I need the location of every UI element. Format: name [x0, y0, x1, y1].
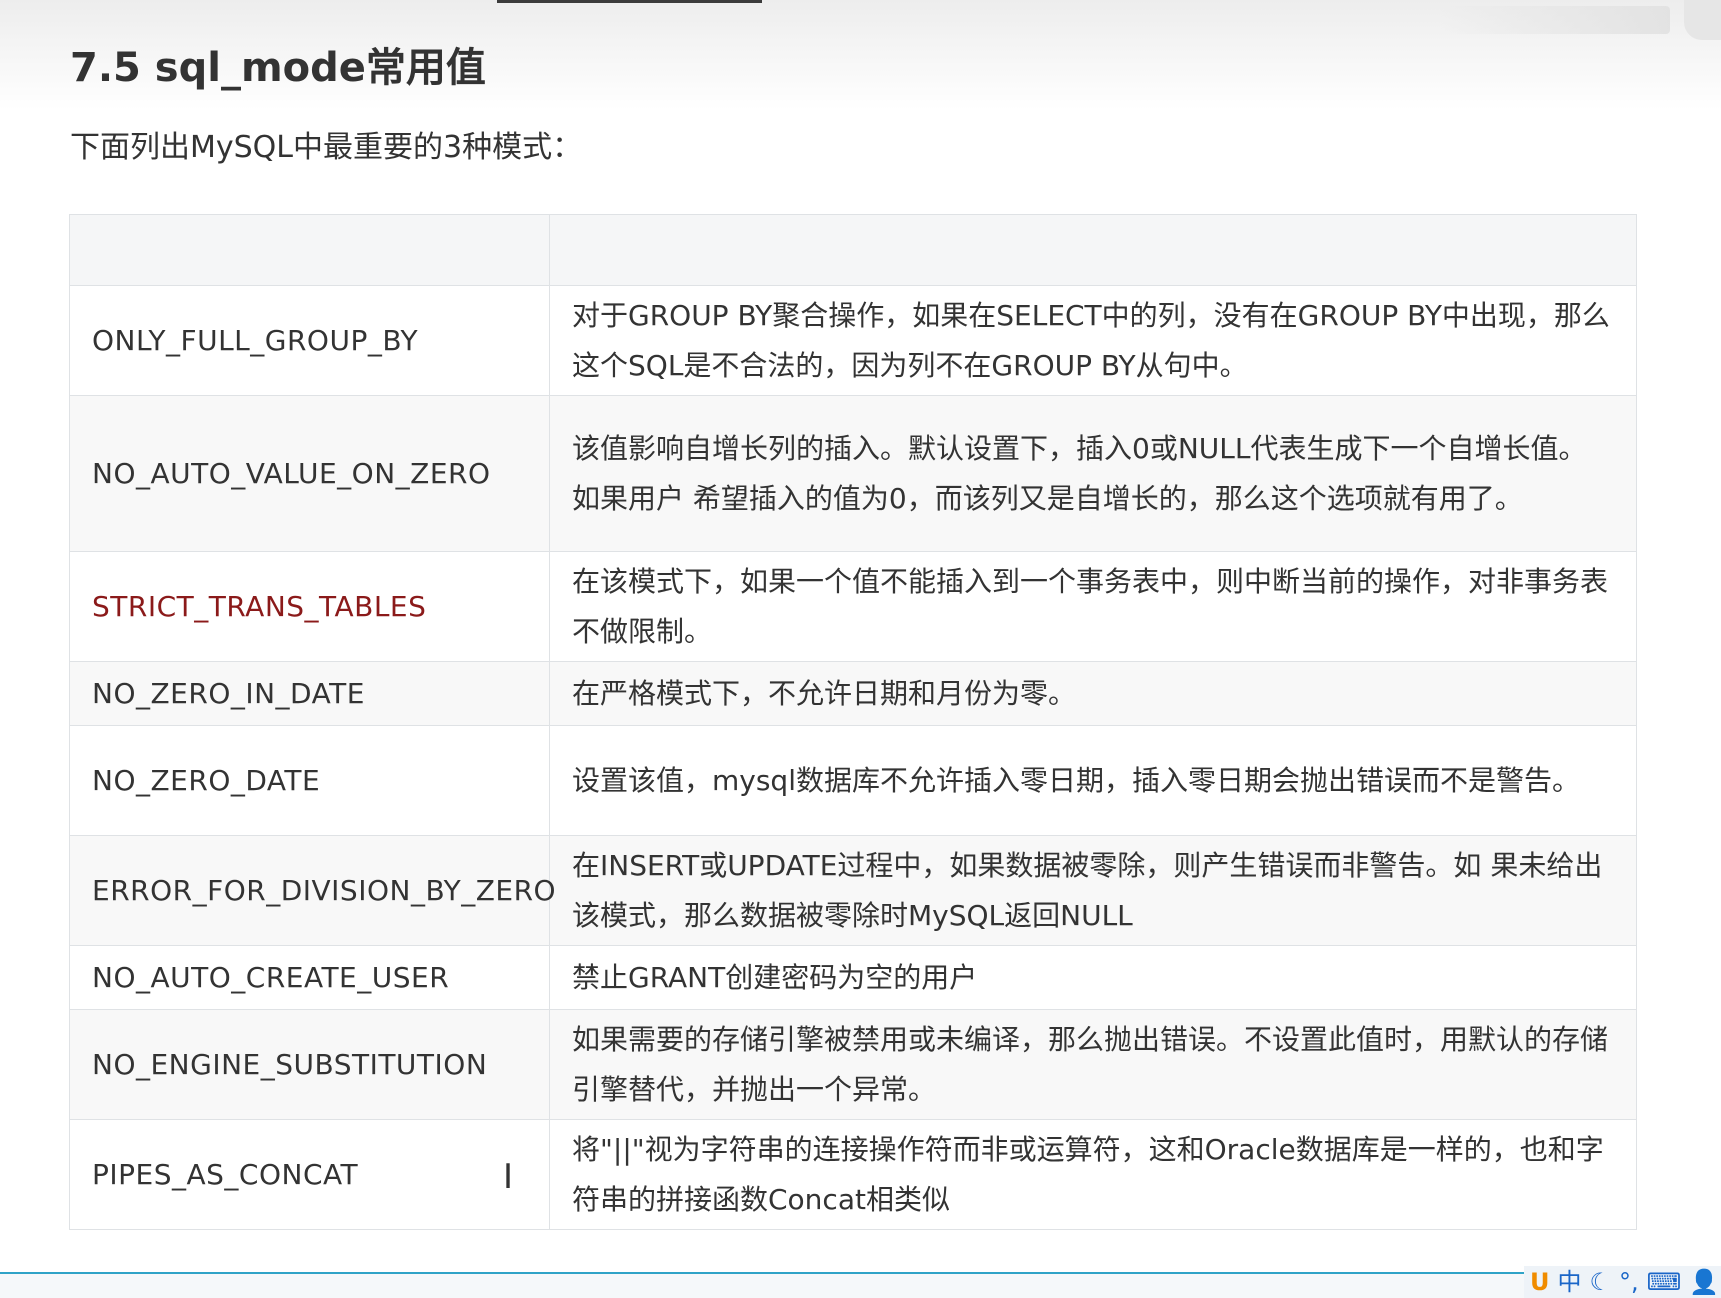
- window-corner: [1684, 0, 1721, 40]
- table-row: STRICT_TRANS_TABLES 在该模式下，如果一个值不能插入到一个事务…: [69, 551, 1637, 662]
- mode-desc-cell: 在INSERT或UPDATE过程中，如果数据被零除，则产生错误而非警告。如 果未…: [549, 835, 1637, 946]
- table-row: ERROR_FOR_DIVISION_BY_ZERO 在INSERT或UPDAT…: [69, 835, 1637, 946]
- table-header-cell: [69, 214, 550, 286]
- page: 7.5 sql_mode常用值 下面列出MySQL中最重要的3种模式： ONLY…: [0, 0, 1721, 1298]
- section-heading: 7.5 sql_mode常用值: [70, 45, 486, 91]
- taskbar: [0, 1272, 1721, 1298]
- section-intro: 下面列出MySQL中最重要的3种模式：: [70, 130, 583, 165]
- mode-desc-cell: 设置该值，mysql数据库不允许插入零日期，插入零日期会抛出错误而不是警告。: [549, 725, 1637, 836]
- mode-name-cell: ERROR_FOR_DIVISION_BY_ZERO: [69, 835, 556, 946]
- ime-language-toggle[interactable]: 中: [1558, 1267, 1582, 1297]
- table-row: NO_ZERO_DATE 设置该值，mysql数据库不允许插入零日期，插入零日期…: [69, 725, 1637, 836]
- mode-desc-cell: 将"||"视为字符串的连接操作符而非或运算符，这和Oracle数据库是一样的，也…: [549, 1119, 1637, 1230]
- mode-desc-cell: 对于GROUP BY聚合操作，如果在SELECT中的列，没有在GROUP BY中…: [549, 285, 1637, 396]
- mode-desc-cell: 该值影响自增长列的插入。默认设置下，插入0或NULL代表生成下一个自增长值。如果…: [549, 395, 1637, 552]
- mode-name-cell: ONLY_FULL_GROUP_BY: [69, 285, 550, 396]
- table-row: ONLY_FULL_GROUP_BY 对于GROUP BY聚合操作，如果在SEL…: [69, 285, 1637, 396]
- mode-desc-cell: 禁止GRANT创建密码为空的用户: [549, 945, 1637, 1010]
- table-row: NO_AUTO_CREATE_USER 禁止GRANT创建密码为空的用户: [69, 945, 1637, 1010]
- mode-desc-cell: 在该模式下，如果一个值不能插入到一个事务表中，则中断当前的操作，对非事务表不做限…: [549, 551, 1637, 662]
- sql-mode-table: ONLY_FULL_GROUP_BY 对于GROUP BY聚合操作，如果在SEL…: [69, 214, 1637, 1230]
- mode-desc-cell: 如果需要的存储引擎被禁用或未编译，那么抛出错误。不设置此值时，用默认的存储引擎替…: [549, 1009, 1637, 1120]
- mode-name-cell: NO_ENGINE_SUBSTITUTION: [69, 1009, 550, 1120]
- mode-name-cell: NO_ZERO_DATE: [69, 725, 550, 836]
- table-row: PIPES_AS_CONCAT 将"||"视为字符串的连接操作符而非或运算符，这…: [69, 1119, 1637, 1230]
- ime-logo-icon[interactable]: U: [1530, 1267, 1550, 1297]
- punctuation-icon[interactable]: °,: [1619, 1267, 1639, 1297]
- mode-desc-cell: 在严格模式下，不允许日期和月份为零。: [549, 661, 1637, 726]
- mode-name-cell: STRICT_TRANS_TABLES: [69, 551, 550, 662]
- toolbar-blur: [1440, 6, 1670, 34]
- table-header-cell: [549, 214, 1637, 286]
- table-row: NO_ZERO_IN_DATE 在严格模式下，不允许日期和月份为零。: [69, 661, 1637, 726]
- table-row: NO_ENGINE_SUBSTITUTION 如果需要的存储引擎被禁用或未编译，…: [69, 1009, 1637, 1120]
- ime-toolbar[interactable]: U 中 ☾ °, ⌨ 👤: [1524, 1266, 1721, 1298]
- table-header-row: [69, 214, 1637, 286]
- table-row: NO_AUTO_VALUE_ON_ZERO 该值影响自增长列的插入。默认设置下，…: [69, 395, 1637, 552]
- text-cursor-icon: I: [503, 1157, 514, 1197]
- mode-name-cell: NO_AUTO_VALUE_ON_ZERO: [69, 395, 550, 552]
- mode-name-cell: PIPES_AS_CONCAT: [69, 1119, 550, 1230]
- active-tab-indicator: [497, 0, 762, 3]
- mode-name-cell: NO_AUTO_CREATE_USER: [69, 945, 550, 1010]
- user-icon[interactable]: 👤: [1689, 1267, 1719, 1297]
- keyboard-icon[interactable]: ⌨: [1647, 1267, 1682, 1297]
- mode-name-cell: NO_ZERO_IN_DATE: [69, 661, 550, 726]
- moon-icon[interactable]: ☾: [1590, 1267, 1612, 1297]
